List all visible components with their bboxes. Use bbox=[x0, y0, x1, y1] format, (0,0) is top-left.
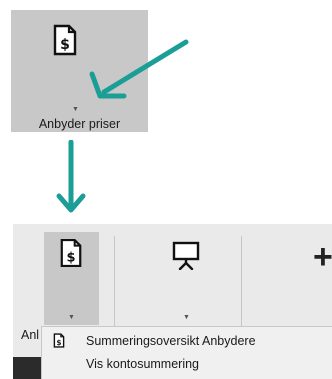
svg-text:$: $ bbox=[60, 37, 70, 53]
caret-down-icon: ▼ bbox=[183, 314, 190, 321]
svg-text:$: $ bbox=[67, 250, 76, 265]
menu-item-label: Summeringsoversikt Anbydere bbox=[86, 334, 256, 348]
dollar-document-icon: $ bbox=[53, 333, 65, 351]
annotation-arrow-down bbox=[56, 140, 86, 213]
ribbon-separator bbox=[241, 236, 242, 328]
dropdown-menu: $ Summeringsoversikt Anbydere Vis kontos… bbox=[41, 326, 332, 379]
plus-icon[interactable]: + bbox=[313, 240, 332, 274]
menu-item-label: Vis kontosummering bbox=[86, 357, 200, 371]
presentation-board-icon bbox=[171, 240, 201, 275]
menu-item-summeringsoversikt[interactable]: $ Summeringsoversikt Anbydere bbox=[42, 330, 332, 352]
svg-text:$: $ bbox=[56, 338, 61, 347]
caret-down-icon: ▼ bbox=[68, 314, 75, 321]
anbyder-priser-label: Anbyder priser bbox=[38, 117, 121, 131]
ribbon-button-label: Anl bbox=[21, 328, 40, 342]
menu-item-vis-kontosummering[interactable]: Vis kontosummering bbox=[42, 353, 332, 375]
caret-down-icon: ▼ bbox=[72, 106, 79, 113]
dollar-document-icon: $ bbox=[59, 238, 83, 273]
ribbon-button-presentation[interactable]: ▼ bbox=[159, 232, 214, 325]
annotation-arrow-diagonal bbox=[89, 39, 189, 99]
ribbon-separator bbox=[114, 236, 115, 328]
dollar-document-icon: $ bbox=[52, 24, 78, 61]
ribbon-button-anbyder-priser[interactable]: $ ▼ bbox=[44, 232, 99, 325]
